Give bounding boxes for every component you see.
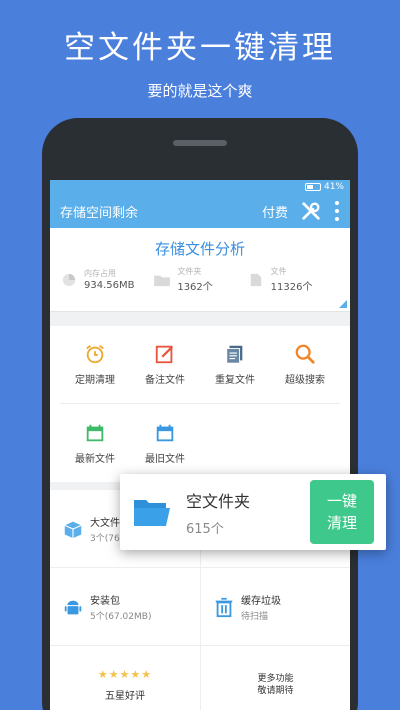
apk-title: 安装包 bbox=[90, 595, 120, 607]
folder-open-icon bbox=[134, 500, 170, 526]
trash-icon bbox=[215, 597, 233, 617]
duplicate-files-icon bbox=[226, 345, 243, 364]
battery-icon bbox=[304, 183, 321, 191]
tool-duplicate-files[interactable]: 重复文件 bbox=[200, 343, 270, 386]
tool-label: 最新文件 bbox=[75, 453, 115, 465]
search-icon bbox=[295, 344, 315, 364]
tool-label: 最旧文件 bbox=[145, 453, 185, 465]
alarm-clock-icon bbox=[86, 345, 104, 364]
tools-row: 最新文件 最旧文件 bbox=[60, 404, 340, 482]
corner-triangle-icon bbox=[339, 300, 347, 308]
cache-title: 缓存垃圾 bbox=[241, 595, 281, 607]
folder-icon bbox=[154, 275, 171, 286]
stat-folders-label: 文件夹 bbox=[177, 267, 202, 276]
apk-sub: 5个(67.02MB) bbox=[90, 611, 152, 622]
list-row: 安装包 5个(67.02MB) 缓存垃圾待扫描 bbox=[50, 568, 350, 646]
stat-folders: 文件夹 1362个 bbox=[153, 266, 246, 293]
stat-memory: 内存占用 934.56MB bbox=[60, 266, 153, 293]
more-features-line2: 敬请期待 bbox=[257, 686, 294, 696]
tool-oldest-files[interactable]: 最旧文件 bbox=[130, 422, 200, 465]
more-vertical-icon[interactable] bbox=[334, 201, 340, 221]
hero-subtitle: 要的就是这个爽 bbox=[147, 82, 253, 100]
tool-note-files[interactable]: 备注文件 bbox=[130, 343, 200, 386]
empty-folder-popup: 空文件夹 615个 一键 清理 bbox=[120, 474, 386, 550]
list-row: ★★★★★ 五星好评 更多功能 敬请期待 bbox=[50, 646, 350, 710]
phone-speaker bbox=[173, 140, 227, 146]
cache-sub: 待扫描 bbox=[241, 611, 269, 622]
section-gap bbox=[50, 312, 350, 326]
tool-label: 重复文件 bbox=[215, 375, 255, 386]
popup-title: 空文件夹 bbox=[186, 491, 251, 511]
tool-newest-files[interactable]: 最新文件 bbox=[60, 422, 130, 465]
battery-level: 41% bbox=[323, 182, 344, 192]
storage-analysis-card[interactable]: 存储文件分析 内存占用 934.56MB 文件夹 1362个 文件 11326个 bbox=[50, 228, 350, 312]
box-icon bbox=[64, 521, 82, 538]
wrench-screwdriver-icon[interactable] bbox=[300, 200, 322, 222]
app-bar-title: 存储空间剩余 bbox=[60, 205, 139, 221]
stat-files-value: 11326个 bbox=[270, 282, 313, 293]
stat-memory-label: 内存占用 bbox=[84, 269, 116, 278]
more-features-item: 更多功能 敬请期待 bbox=[200, 646, 350, 710]
edit-note-icon bbox=[155, 345, 174, 364]
clean-button-line1: 一键 bbox=[326, 492, 357, 510]
rating-item[interactable]: ★★★★★ 五星好评 bbox=[50, 646, 200, 710]
android-icon bbox=[64, 600, 82, 614]
one-key-clean-button[interactable]: 一键 清理 bbox=[310, 480, 374, 544]
popup-count: 615个 bbox=[186, 521, 224, 537]
clean-button-line2: 清理 bbox=[326, 514, 357, 532]
app-bar: 存储空间剩余 付费 bbox=[50, 194, 350, 228]
tool-label: 备注文件 bbox=[145, 375, 185, 386]
file-icon bbox=[250, 273, 261, 286]
more-features-line1: 更多功能 bbox=[257, 674, 294, 684]
tool-super-search[interactable]: 超级搜索 bbox=[270, 343, 340, 386]
phone-screen: 41% 存储空间剩余 付费 存储文件分析 内存占用 934.56MB 文件夹 136… bbox=[50, 180, 350, 710]
new-calendar-icon bbox=[86, 424, 104, 441]
stat-memory-value: 934.56MB bbox=[84, 280, 135, 291]
rating-title: 五星好评 bbox=[105, 691, 145, 702]
tool-label: 定期清理 bbox=[75, 375, 115, 386]
status-bar: 41% bbox=[50, 180, 350, 194]
apk-item[interactable]: 安装包 5个(67.02MB) bbox=[50, 568, 200, 645]
tools-grid: 定期清理 备注文件 重复文件 超级搜索 最新文件 最旧文件 bbox=[50, 326, 350, 482]
cache-item[interactable]: 缓存垃圾 待扫描 bbox=[200, 568, 350, 645]
pie-chart-icon bbox=[62, 273, 76, 286]
hero-title: 空文件夹一键清理 bbox=[64, 30, 336, 66]
old-calendar-icon bbox=[156, 424, 174, 441]
tool-label: 超级搜索 bbox=[285, 375, 325, 386]
tool-scheduled-clean[interactable]: 定期清理 bbox=[60, 343, 130, 386]
tools-row: 定期清理 备注文件 重复文件 超级搜索 bbox=[60, 326, 340, 404]
stat-files: 文件 11326个 bbox=[247, 266, 340, 293]
stat-files-label: 文件 bbox=[270, 267, 287, 276]
star-rating-icon: ★★★★★ bbox=[97, 668, 153, 681]
pay-button[interactable]: 付费 bbox=[262, 202, 288, 221]
stat-folders-value: 1362个 bbox=[177, 282, 213, 293]
analysis-heading: 存储文件分析 bbox=[154, 240, 245, 258]
analysis-stats: 内存占用 934.56MB 文件夹 1362个 文件 11326个 bbox=[50, 266, 350, 293]
